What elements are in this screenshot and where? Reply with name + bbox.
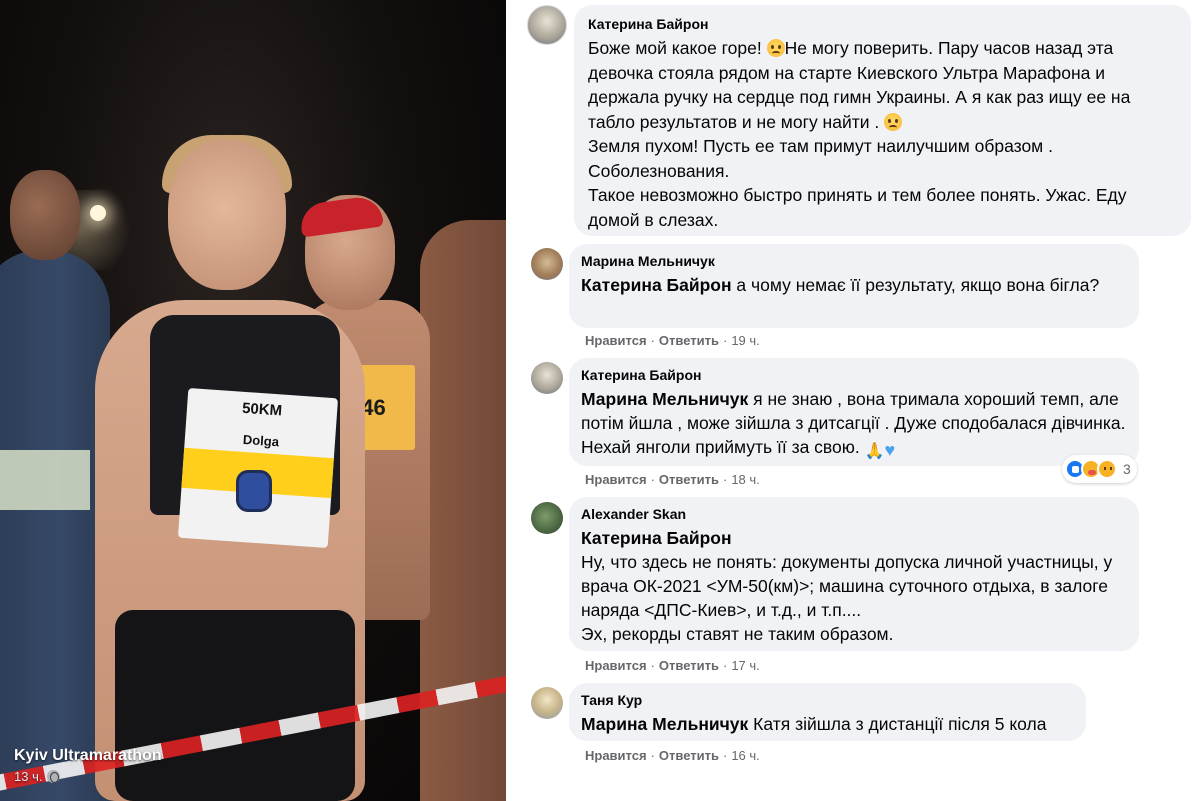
comment-text-body: Эх, рекорды ставят не таким образом. [581, 624, 894, 644]
runner-left-head [10, 170, 80, 260]
comment-author[interactable]: Марина Мельничук [581, 252, 1127, 270]
photo-time-text: 13 ч. [14, 769, 43, 784]
like-link[interactable]: Нравится [585, 472, 647, 487]
like-link[interactable]: Нравится [585, 748, 647, 763]
mention-link[interactable]: Марина Мельничук [581, 714, 748, 734]
separator: · [722, 333, 728, 348]
comment-text: Катерина Байрон а чому немає її результа… [581, 273, 1127, 297]
comment-bubble: Катерина Байрон Боже мой какое горе! Не … [574, 5, 1191, 236]
comment-text-body: Катя зійшла з дистанції після 5 кола [748, 714, 1047, 734]
separator: · [650, 472, 655, 487]
comment-text-part: Соболезнования. [588, 160, 730, 181]
reply-bubble: Alexander Skan Катерина Байрон Ну, что з… [569, 497, 1139, 651]
like-link[interactable]: Нравится [585, 658, 647, 673]
reaction-summary[interactable]: 3 [1062, 455, 1137, 483]
comment-actions: Нравится · Ответить · 17 ч. [585, 658, 760, 673]
runner-main-bib: 50KM Dolga [177, 387, 339, 549]
avatar[interactable] [531, 502, 563, 534]
mention-link[interactable]: Катерина Байрон [581, 275, 732, 295]
mention-link[interactable]: Марина Мельничук [581, 389, 748, 409]
reply-link[interactable]: Ответить [659, 472, 719, 487]
comment-timestamp[interactable]: 17 ч. [731, 658, 759, 673]
post-photo[interactable]: 546 50KM Dolga Kyiv Ultramarathon 13 ч. [0, 0, 506, 801]
avatar[interactable] [531, 687, 563, 719]
background-lamp [90, 205, 106, 221]
comment-timestamp[interactable]: 18 ч. [731, 472, 759, 487]
comment-timestamp[interactable]: 19 ч. [731, 333, 759, 348]
blue-heart-emoji-icon: ♥ [884, 440, 896, 460]
comments-panel: Катерина Байрон Боже мой какое горе! Не … [506, 0, 1196, 801]
reply-bubble: Катерина Байрон Марина Мельничук я не зн… [569, 358, 1139, 466]
photo-timestamp[interactable]: 13 ч. [14, 769, 61, 784]
comment-author[interactable]: Таня Кур [581, 691, 1074, 709]
bib-distance: 50KM [241, 399, 283, 420]
sad-reaction-icon [1097, 459, 1117, 479]
avatar[interactable] [531, 362, 563, 394]
comment-actions: Нравится · Ответить · 18 ч. [585, 472, 760, 487]
runner-right [420, 220, 506, 801]
globe-icon [47, 770, 61, 783]
avatar[interactable] [527, 5, 567, 45]
comment-author[interactable]: Катерина Байрон [588, 15, 1177, 33]
sad-face-emoji-icon [884, 112, 903, 131]
comment-text-part: Земля пухом! Пусть ее там примут наилучш… [588, 136, 1053, 156]
comment-author[interactable]: Катерина Байрон [581, 366, 1127, 384]
reply-link[interactable]: Ответить [659, 748, 719, 763]
runner-vest [0, 450, 90, 510]
comment-text-part: Боже мой какое горе! [588, 38, 767, 58]
bib-name: Dolga [242, 431, 280, 450]
reply-link[interactable]: Ответить [659, 333, 719, 348]
reply-link[interactable]: Ответить [659, 658, 719, 673]
comment-actions: Нравится · Ответить · 16 ч. [585, 748, 760, 763]
watch [236, 470, 272, 512]
avatar[interactable] [531, 248, 563, 280]
runner-left [0, 250, 110, 801]
separator: · [650, 658, 655, 673]
sad-face-emoji-icon [766, 39, 785, 57]
comment-text: Катерина Байрон Ну, что здесь не понять:… [581, 526, 1127, 646]
separator: · [722, 658, 728, 673]
comment-text-body: Ну, что здесь не понять: документы допус… [581, 552, 1113, 620]
reply-bubble: Таня Кур Марина Мельничук Катя зійшла з … [569, 683, 1086, 741]
runner-main-head [168, 140, 286, 290]
runner-main-shorts [115, 610, 355, 801]
comment-text: Марина Мельничук я не знаю , вона тримал… [581, 387, 1127, 464]
comment-author[interactable]: Alexander Skan [581, 505, 1127, 523]
photo-caption[interactable]: Kyiv Ultramarathon [14, 747, 162, 765]
separator: · [650, 748, 655, 763]
comment-text-body: а чому немає її результату, якщо вона бі… [731, 275, 1100, 295]
comment-timestamp[interactable]: 16 ч. [731, 748, 759, 763]
comment-text: Боже мой какое горе! Не могу поверить. П… [588, 36, 1177, 232]
mention-link[interactable]: Катерина Байрон [581, 528, 732, 548]
separator: · [722, 748, 728, 763]
comment-actions: Нравится · Ответить · 19 ч. [585, 333, 760, 348]
folded-hands-emoji-icon: 🙏 [864, 443, 885, 460]
like-link[interactable]: Нравится [585, 333, 647, 348]
comment-text: Марина Мельничук Катя зійшла з дистанції… [581, 712, 1074, 736]
reaction-count: 3 [1123, 461, 1131, 477]
separator: · [722, 472, 728, 487]
reply-bubble: Марина Мельничук Катерина Байрон а чому … [569, 244, 1139, 328]
separator: · [650, 333, 655, 348]
comment-text-part: Такое невозможно быстро принять и тем бо… [588, 185, 1127, 230]
